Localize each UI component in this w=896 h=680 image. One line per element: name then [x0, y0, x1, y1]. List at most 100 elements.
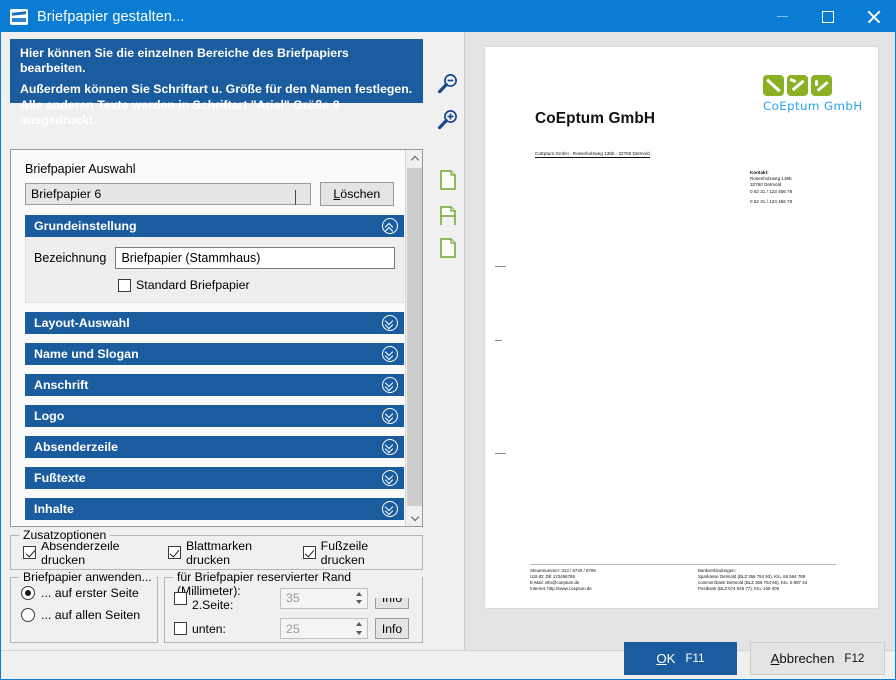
rand-unten-label-wrap[interactable]: unten:: [174, 622, 280, 636]
ok-label: K: [667, 651, 676, 666]
page-full-icon[interactable]: [436, 236, 460, 260]
title-bar: Briefpapier gestalten...: [1, 1, 896, 32]
radio-alle-seiten[interactable]: ... auf allen Seiten: [21, 608, 157, 622]
logo-text: CoEptum GmbH: [763, 99, 863, 113]
chevron-down-icon[interactable]: [382, 501, 398, 517]
settings-scrollbar[interactable]: [405, 150, 422, 526]
fold-mark-1: [495, 266, 506, 267]
scroll-down-button[interactable]: [406, 509, 423, 526]
chevron-down-icon: [295, 190, 303, 198]
absenderzeile-drucken-label: Absenderzeile drucken: [41, 539, 142, 567]
delete-button-accesskey: L: [333, 187, 340, 201]
chevron-down-icon[interactable]: [382, 315, 398, 331]
maximize-button[interactable]: [805, 1, 851, 32]
briefpapier-select[interactable]: Briefpapier 6: [25, 183, 311, 205]
banner-line-2: Außerdem können Sie Schriftart u. Größe …: [20, 82, 413, 97]
zoom-out-icon[interactable]: [436, 72, 460, 96]
rand-oben-value: 35: [286, 591, 300, 605]
scroll-up-button[interactable]: [406, 150, 423, 167]
section-title-name-und-slogan: Name und Slogan: [34, 347, 139, 361]
ok-accesskey: O: [656, 651, 666, 666]
chevron-up-icon[interactable]: [382, 218, 398, 234]
stepper-down-icon[interactable]: [356, 600, 362, 604]
section-title-inhalte: Inhalte: [34, 502, 74, 516]
delete-button[interactable]: Löschen: [320, 182, 394, 206]
settings-column: Hier können Sie die einzelnen Bereiche d…: [1, 32, 431, 650]
rand-unten-info-button[interactable]: Info: [375, 618, 409, 639]
section-header-fusstexte[interactable]: Fußtexte: [25, 467, 404, 489]
section-header-logo[interactable]: Logo: [25, 405, 404, 427]
anwenden-title: Briefpapier anwenden...: [19, 570, 156, 584]
section-layout-auswahl: Layout-Auswahl: [25, 312, 404, 334]
radio-erste-seite[interactable]: ... auf erster Seite: [21, 586, 157, 600]
ok-shortcut: F11: [685, 652, 704, 665]
briefpapier-auswahl-label: Briefpapier Auswahl: [25, 162, 394, 176]
minimize-button[interactable]: [759, 1, 805, 32]
section-absenderzeile: Absenderzeile: [25, 436, 404, 458]
cancel-label: bbrechen: [779, 651, 834, 666]
close-button[interactable]: [851, 1, 896, 32]
chevron-down-icon[interactable]: [382, 377, 398, 393]
letterhead-page-preview: CoEptum GmbH CoEptum GmbH CoEptum GmbH -…: [485, 47, 878, 608]
checkbox-blattmarken-drucken[interactable]: Blattmarken drucken: [168, 539, 277, 567]
chevron-down-icon: [410, 512, 418, 520]
preview-footer: Steuernummer: 313 / 5720 / 0708 USt-ID: …: [530, 564, 836, 592]
window-title: Briefpapier gestalten...: [37, 9, 185, 25]
rand-unten-label: unten:: [192, 622, 226, 636]
chevron-down-icon[interactable]: [382, 346, 398, 362]
chevron-down-icon[interactable]: [382, 470, 398, 486]
stepper-up-icon[interactable]: [356, 592, 362, 596]
preview-pane: CoEptum GmbH CoEptum GmbH CoEptum GmbH -…: [464, 32, 896, 650]
blattmarken-drucken-checkbox[interactable]: [168, 546, 181, 559]
fusszeile-drucken-checkbox[interactable]: [303, 546, 316, 559]
rand-oben-input[interactable]: 35: [280, 588, 368, 609]
rand-unten-stepper[interactable]: [351, 620, 366, 637]
contact-heading: Kontakt:: [750, 170, 769, 175]
chevron-down-icon[interactable]: [382, 439, 398, 455]
dialog-body: Hier können Sie die einzelnen Bereiche d…: [1, 32, 896, 680]
ok-button[interactable]: OK F11: [624, 642, 737, 675]
logo-square-1: [763, 75, 784, 96]
scrollbar-thumb[interactable]: [407, 168, 422, 506]
section-header-layout-auswahl[interactable]: Layout-Auswahl: [25, 312, 404, 334]
blattmarken-drucken-label: Blattmarken drucken: [186, 539, 277, 567]
section-title-layout-auswahl: Layout-Auswahl: [34, 316, 130, 330]
chevron-down-icon[interactable]: [382, 408, 398, 424]
erste-seite-radio[interactable]: [21, 586, 35, 600]
alle-seiten-radio[interactable]: [21, 608, 35, 622]
section-header-absenderzeile[interactable]: Absenderzeile: [25, 436, 404, 458]
briefpapier-select-value: Briefpapier 6: [31, 187, 101, 201]
absenderzeile-drucken-checkbox[interactable]: [23, 546, 36, 559]
info-banner: Hier können Sie die einzelnen Bereiche d…: [10, 39, 423, 103]
checkbox-fusszeile-drucken[interactable]: Fußzeile drucken: [303, 539, 396, 567]
rand-unten-checkbox[interactable]: [174, 622, 187, 635]
footer-bank-3: Postbank (BLZ 574 846 77), Kto. 108 406: [698, 586, 807, 592]
cancel-button[interactable]: Abbrechen F12: [750, 642, 885, 675]
section-fusstexte: Fußtexte: [25, 467, 404, 489]
dialog-footer: OK F11 Abbrechen F12: [1, 650, 896, 680]
rand-oben-checkbox[interactable]: [174, 592, 187, 605]
zoom-in-icon[interactable]: [436, 108, 460, 132]
checkbox-absenderzeile-drucken[interactable]: Absenderzeile drucken: [23, 539, 142, 567]
rand-oben-stepper[interactable]: [351, 590, 366, 607]
standard-briefpapier-checkbox[interactable]: [118, 279, 131, 292]
section-header-grundeinstellung[interactable]: Grundeinstellung: [25, 215, 404, 237]
section-header-anschrift[interactable]: Anschrift: [25, 374, 404, 396]
rand-unten-input[interactable]: 25: [280, 618, 368, 639]
contact-phone: 0 52 31 / 123 456 78: [750, 189, 792, 195]
stepper-down-icon[interactable]: [356, 631, 362, 635]
section-body-grundeinstellung: Bezeichnung Briefpapier (Stammhaus) Stan…: [25, 237, 404, 303]
footer-internet: Internet: http://www.coeptum.de: [530, 586, 698, 592]
stepper-up-icon[interactable]: [356, 622, 362, 626]
cancel-shortcut: F12: [844, 652, 864, 665]
bezeichnung-input[interactable]: Briefpapier (Stammhaus): [115, 247, 395, 269]
section-header-inhalte[interactable]: Inhalte: [25, 498, 404, 520]
section-header-name-und-slogan[interactable]: Name und Slogan: [25, 343, 404, 365]
page-first-icon[interactable]: [436, 168, 460, 192]
standard-briefpapier-row[interactable]: Standard Briefpapier: [118, 278, 395, 292]
zusatzoptionen-group: Zusatzoptionen Absenderzeile drucken Bla…: [10, 535, 423, 570]
page-half-icon[interactable]: [436, 204, 460, 228]
section-logo: Logo: [25, 405, 404, 427]
letterhead-icon: [10, 9, 28, 25]
chevron-up-icon: [410, 156, 418, 164]
